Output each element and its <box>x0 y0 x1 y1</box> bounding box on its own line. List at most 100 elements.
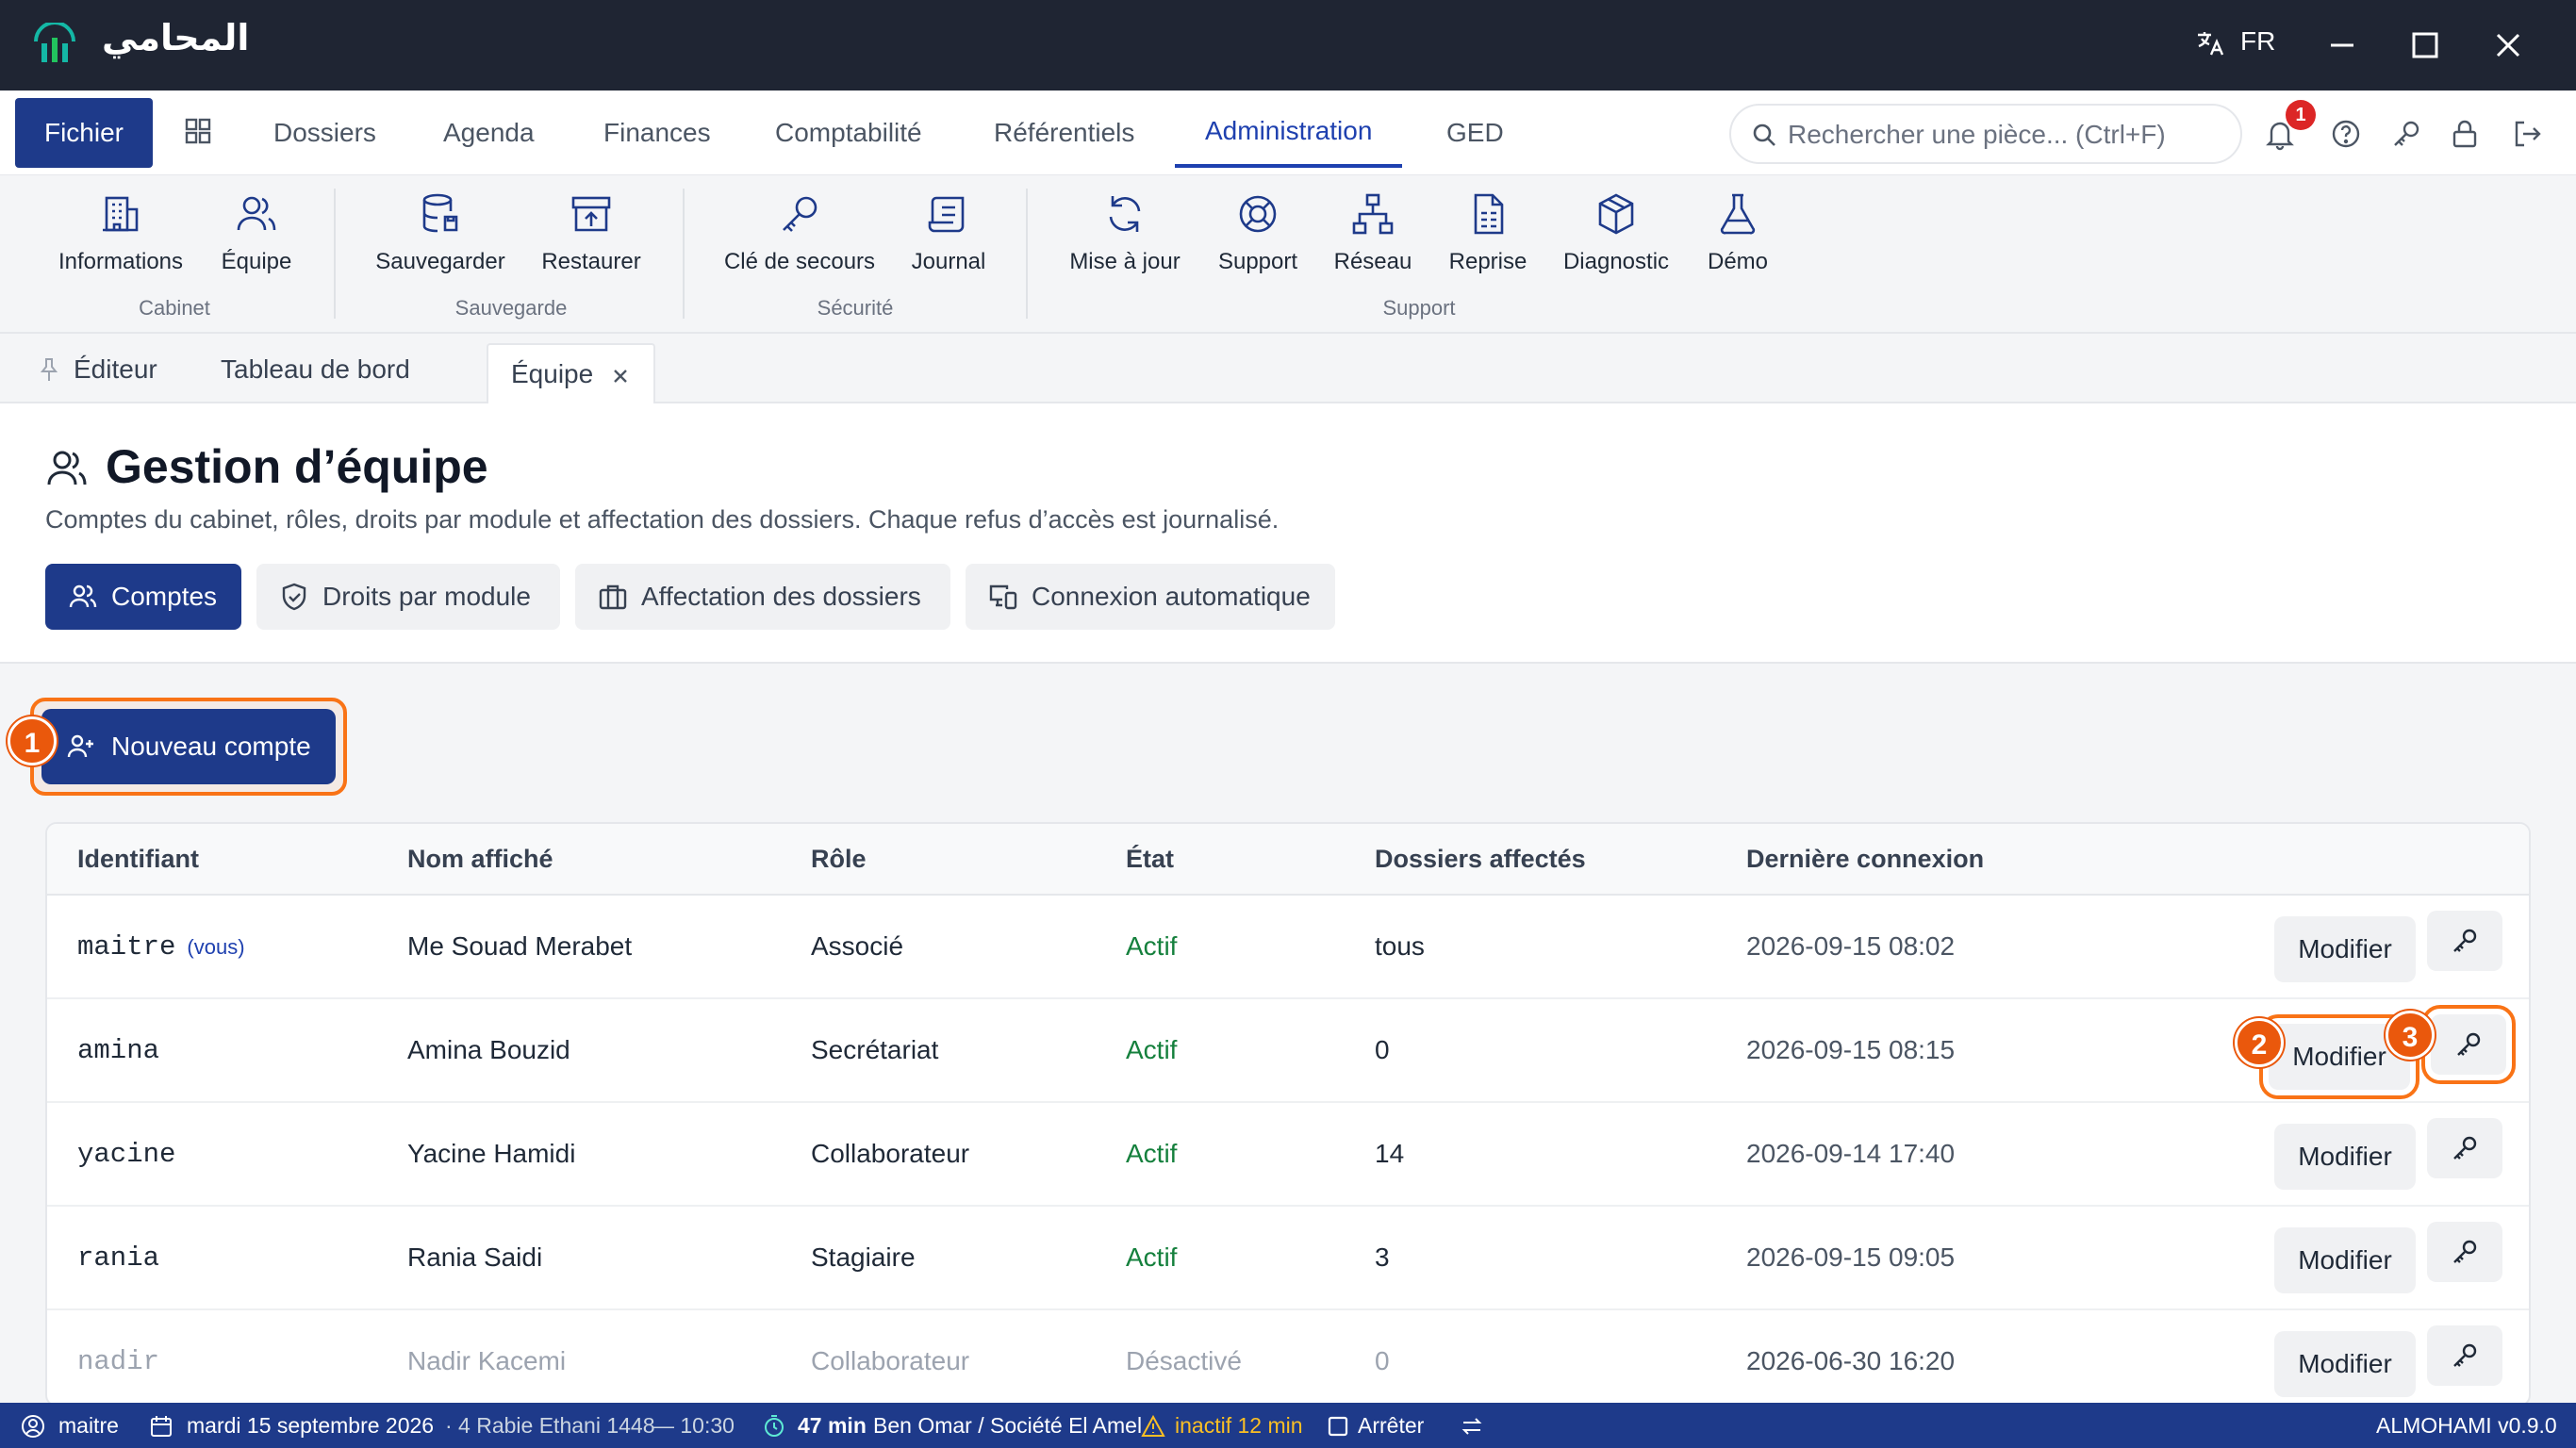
stop-icon[interactable] <box>1326 1414 1350 1439</box>
cell-identifiant: maitre (vous) <box>77 931 245 963</box>
help-icon[interactable] <box>2329 117 2363 151</box>
scroll-icon <box>928 196 965 233</box>
app-logo-icon <box>34 23 75 62</box>
modify-button[interactable]: Modifier <box>2274 1227 2416 1293</box>
menu-referentiels[interactable]: Référentiels <box>994 90 1134 175</box>
cell-role: Associé <box>811 931 904 961</box>
tab-editeur[interactable]: Éditeur <box>74 336 157 403</box>
subtab-affectation-dossiers[interactable]: Affectation des dossiers <box>575 564 950 630</box>
ribbon-restaurer-button[interactable]: Restaurer <box>530 190 652 294</box>
key-icon <box>2457 1032 2481 1056</box>
close-window-icon[interactable] <box>2489 26 2527 64</box>
key-icon[interactable] <box>2389 117 2423 151</box>
menu-fichier[interactable]: Fichier <box>15 98 153 168</box>
ribbon-informations-button[interactable]: Informations <box>55 190 187 294</box>
table-header: Identifiant Nom affiché Rôle État Dossie… <box>47 824 2529 896</box>
column-header[interactable]: Nom affiché <box>407 845 553 874</box>
modify-button[interactable]: Modifier <box>2274 1124 2416 1190</box>
switch-icon[interactable] <box>1460 1414 1484 1439</box>
ribbon-reseau-button[interactable]: Réseau <box>1329 190 1416 294</box>
subtab-connexion-automatique[interactable]: Connexion automatique <box>966 564 1335 630</box>
key-icon <box>2453 1240 2477 1263</box>
apps-grid-icon[interactable] <box>183 116 213 146</box>
cell-dossiers: 14 <box>1375 1139 1405 1168</box>
ribbon-equipe-button[interactable]: Équipe <box>213 190 300 294</box>
translate-icon[interactable] <box>2195 28 2225 58</box>
menu-finances[interactable]: Finances <box>603 90 711 175</box>
title-bar: المحامي FR <box>0 0 2576 90</box>
column-header[interactable]: Rôle <box>811 845 867 874</box>
menu-administration[interactable]: Administration <box>1175 90 1403 168</box>
document-tab-bar: Éditeur Tableau de bord Équipe <box>0 336 2576 405</box>
close-tab-icon[interactable] <box>610 366 631 387</box>
modify-button[interactable]: Modifier <box>2274 916 2416 982</box>
reset-password-button[interactable] <box>2427 911 2502 971</box>
maximize-icon[interactable] <box>2406 26 2444 64</box>
minimize-icon[interactable] <box>2323 26 2361 64</box>
status-user[interactable]: maitre <box>58 1403 119 1448</box>
subtab-comptes[interactable]: Comptes <box>45 564 241 630</box>
ribbon-diagnostic-button[interactable]: Diagnostic <box>1558 190 1675 294</box>
new-account-button[interactable]: Nouveau compte <box>41 709 336 784</box>
ribbon-demo-button[interactable]: Démo <box>1697 190 1778 294</box>
column-header[interactable]: Dossiers affectés <box>1375 845 1586 874</box>
search-icon <box>1753 123 1775 146</box>
key-icon <box>2453 1136 2477 1160</box>
table-row: maitre (vous) Me Souad Merabet Associé Ac… <box>47 896 2529 999</box>
language-selector[interactable]: FR <box>2240 26 2275 57</box>
file-spreadsheet-icon <box>1474 193 1504 235</box>
ribbon-sauvegarder-button[interactable]: Sauvegarder <box>370 190 511 294</box>
tab-tableau-de-bord[interactable]: Tableau de bord <box>221 336 410 403</box>
cell-derniere-connexion: 2026-09-15 09:05 <box>1746 1242 1956 1272</box>
reset-password-button[interactable] <box>2421 1005 2516 1084</box>
ribbon-support-button[interactable]: Support <box>1211 190 1305 294</box>
reset-password-button[interactable] <box>2427 1222 2502 1282</box>
archive-restore-icon <box>571 196 611 232</box>
menu-agenda[interactable]: Agenda <box>443 90 535 175</box>
subtab-droits-par-module[interactable]: Droits par module <box>256 564 560 630</box>
lock-icon[interactable] <box>2448 117 2482 151</box>
search-input[interactable] <box>1788 113 2231 156</box>
step-marker-2: 2 <box>2235 1018 2284 1067</box>
flask-icon <box>1720 193 1756 235</box>
logout-icon[interactable] <box>2510 117 2544 151</box>
menu-comptabilite[interactable]: Comptabilité <box>775 90 922 175</box>
status-timer[interactable]: 47 min <box>798 1403 867 1448</box>
cell-identifiant: amina <box>77 1035 160 1066</box>
column-header[interactable]: Dernière connexion <box>1746 845 1984 874</box>
tab-equipe[interactable]: Équipe <box>487 343 656 405</box>
column-header[interactable]: Identifiant <box>77 845 199 874</box>
ribbon-group-securite: Sécurité <box>817 296 894 320</box>
key-icon <box>2453 1343 2477 1367</box>
cell-dossiers: 0 <box>1375 1346 1390 1375</box>
ribbon-journal-button[interactable]: Journal <box>901 190 996 294</box>
step-marker-3: 3 <box>2386 1011 2435 1060</box>
ribbon-cle-secours-button[interactable]: Clé de secours <box>718 190 881 294</box>
network-icon <box>1352 193 1394 235</box>
key-icon <box>2453 929 2477 952</box>
cell-etat: Actif <box>1126 1035 1178 1064</box>
menu-dossiers[interactable]: Dossiers <box>273 90 376 175</box>
you-tag: (vous) <box>187 935 245 959</box>
cell-identifiant: nadir <box>77 1346 160 1377</box>
menu-ged[interactable]: GED <box>1446 90 1504 175</box>
ribbon-mise-a-jour-button[interactable]: Mise à jour <box>1064 190 1186 294</box>
table-row: yacine Yacine Hamidi Collaborateur Actif… <box>47 1103 2529 1207</box>
ribbon-reprise-button[interactable]: Reprise <box>1443 190 1533 294</box>
reset-password-button[interactable] <box>2427 1325 2502 1386</box>
cell-derniere-connexion: 2026-06-30 16:20 <box>1746 1346 1956 1375</box>
status-client[interactable]: Ben Omar / Société El Amel <box>873 1403 1142 1448</box>
pin-icon[interactable] <box>38 356 60 383</box>
reset-password-button[interactable] <box>2427 1118 2502 1178</box>
ribbon-separator <box>1026 189 1028 319</box>
briefcase-icon <box>599 584 627 610</box>
page-description: Comptes du cabinet, rôles, droits par mo… <box>45 505 1280 534</box>
status-stop-button[interactable]: Arrêter <box>1358 1403 1424 1448</box>
ribbon-separator <box>683 189 685 319</box>
cell-etat: Désactivé <box>1126 1346 1242 1375</box>
ribbon: Informations Équipe Cabinet Sauvegarder … <box>0 175 2576 334</box>
column-header[interactable]: État <box>1126 845 1174 874</box>
cell-role: Secrétariat <box>811 1035 939 1064</box>
modify-button[interactable]: Modifier <box>2274 1331 2416 1397</box>
cell-dossiers: 3 <box>1375 1242 1390 1272</box>
